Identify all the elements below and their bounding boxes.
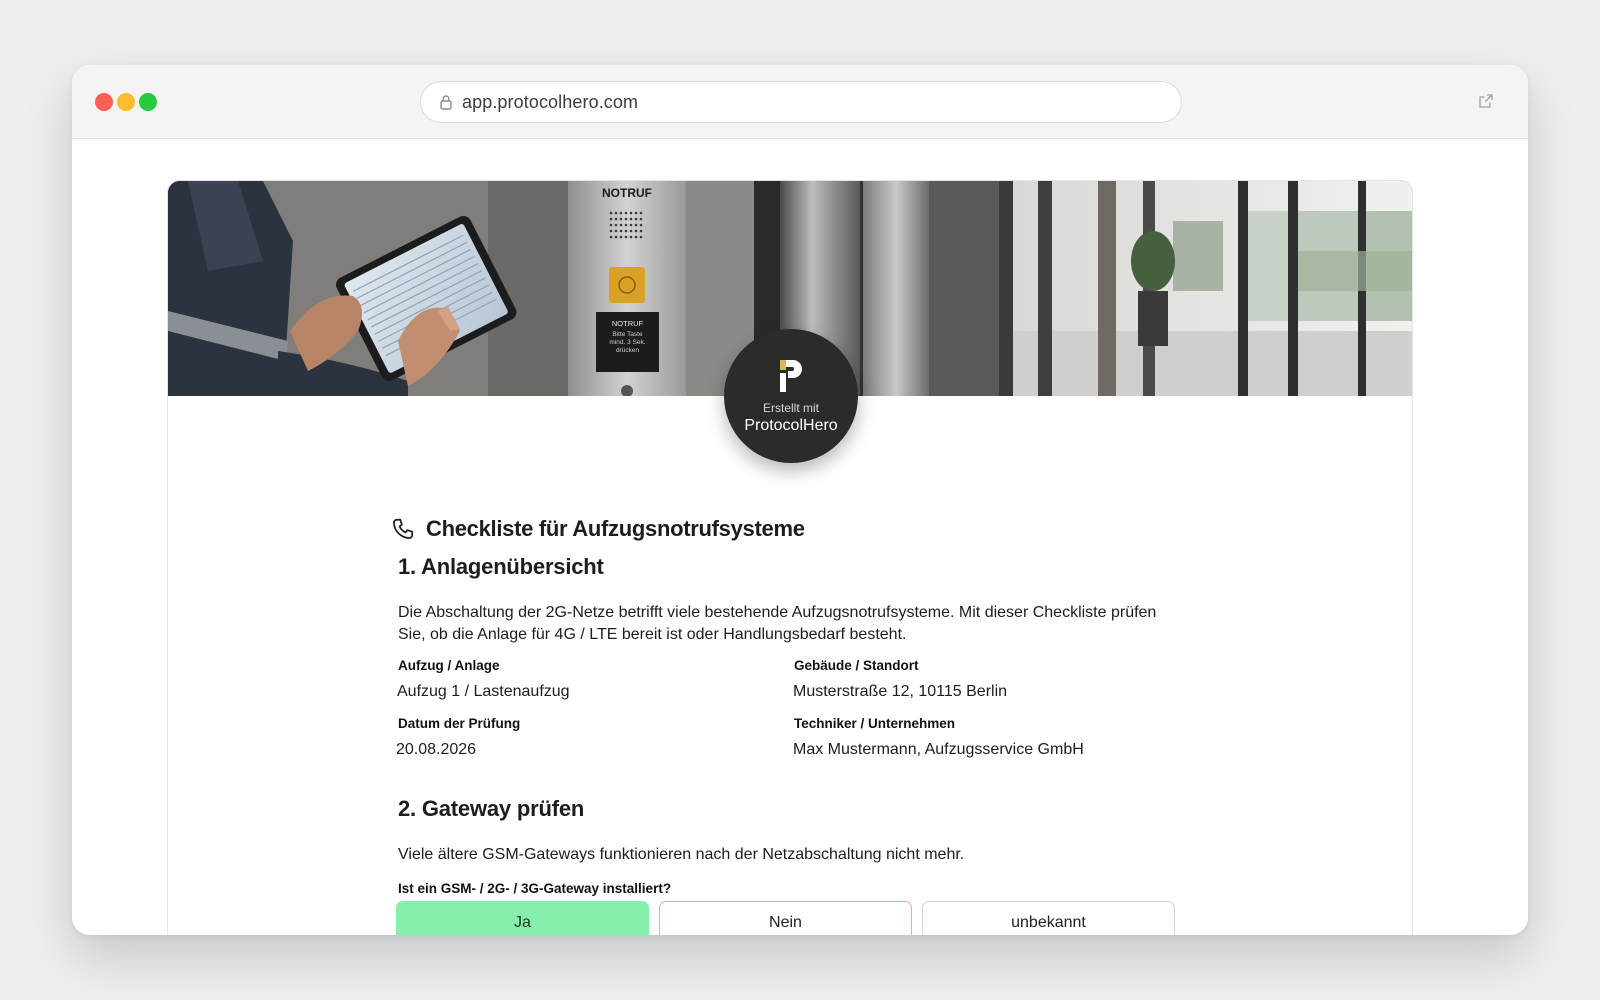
- minimize-window-button[interactable]: [117, 93, 135, 111]
- svg-text:mind. 3 Sek.: mind. 3 Sek.: [609, 339, 645, 346]
- field-label-aufzug: Aufzug / Anlage: [398, 658, 500, 673]
- field-label-techniker: Techniker / Unternehmen: [794, 716, 956, 731]
- address-bar[interactable]: app.protocolhero.com: [420, 81, 1182, 123]
- url-text: app.protocolhero.com: [462, 91, 639, 112]
- close-window-button[interactable]: [95, 93, 113, 111]
- section-heading-gateway: 2. Gateway prüfen: [398, 796, 585, 821]
- svg-text:drücken: drücken: [616, 347, 640, 354]
- field-value-techniker[interactable]: Max Mustermann, Aufzugsservice GmbH: [793, 741, 1084, 759]
- checklist-card: NOTRUF NOTRUF Bitte Taste mind. 3 Sek. d: [167, 180, 1413, 935]
- section-description: Die Abschaltung der 2G-Netze betrifft vi…: [398, 604, 1157, 643]
- maximize-window-button[interactable]: [139, 93, 157, 111]
- field-label-datum: Datum der Prüfung: [398, 716, 521, 731]
- section-heading-anlagenuebersicht: 1. Anlagenübersicht: [398, 554, 604, 579]
- gateway-description: Viele ältere GSM-Gateways funktionieren …: [398, 846, 965, 863]
- field-label-gebaeude: Gebäude / Standort: [794, 658, 919, 673]
- svg-text:NOTRUF: NOTRUF: [612, 319, 644, 328]
- browser-titlebar: app.protocolhero.com: [72, 65, 1528, 139]
- field-value-aufzug[interactable]: Aufzug 1 / Lastenaufzug: [397, 683, 570, 701]
- lock-icon: [440, 95, 452, 110]
- page-viewport: NOTRUF NOTRUF Bitte Taste mind. 3 Sek. d: [72, 140, 1528, 935]
- document-title-text: Checkliste für Aufzugsnotrufsysteme: [426, 516, 805, 541]
- gateway-options: Ja Nein unbekannt: [396, 901, 1175, 935]
- option-nein-button[interactable]: Nein: [659, 901, 912, 935]
- hero-panel-label: NOTRUF: [602, 186, 652, 200]
- svg-text:Bitte Taste: Bitte Taste: [612, 331, 643, 338]
- option-ja-button[interactable]: Ja: [396, 901, 649, 935]
- gateway-question: Ist ein GSM- / 2G- / 3G-Gateway installi…: [398, 881, 672, 896]
- checklist-content: Checkliste für Aufzugsnotrufsysteme 1. A…: [393, 516, 1198, 935]
- badge-created-with: Erstellt mit: [762, 401, 819, 415]
- browser-window: app.protocolhero.com NOTRUF NOTRUF Bitte…: [72, 65, 1528, 935]
- badge-brand-name: ProtocolHero: [744, 417, 838, 434]
- phone-icon: [393, 518, 414, 539]
- protocolhero-logo-icon: [780, 360, 802, 392]
- option-unbekannt-button[interactable]: unbekannt: [922, 901, 1175, 935]
- document-title: Checkliste für Aufzugsnotrufsysteme: [393, 516, 1198, 542]
- protocolhero-badge[interactable]: Erstellt mit ProtocolHero: [724, 329, 858, 463]
- field-value-gebaeude[interactable]: Musterstraße 12, 10115 Berlin: [793, 683, 1007, 701]
- open-external-icon[interactable]: [1478, 93, 1494, 109]
- field-value-datum[interactable]: 20.08.2026: [396, 741, 476, 759]
